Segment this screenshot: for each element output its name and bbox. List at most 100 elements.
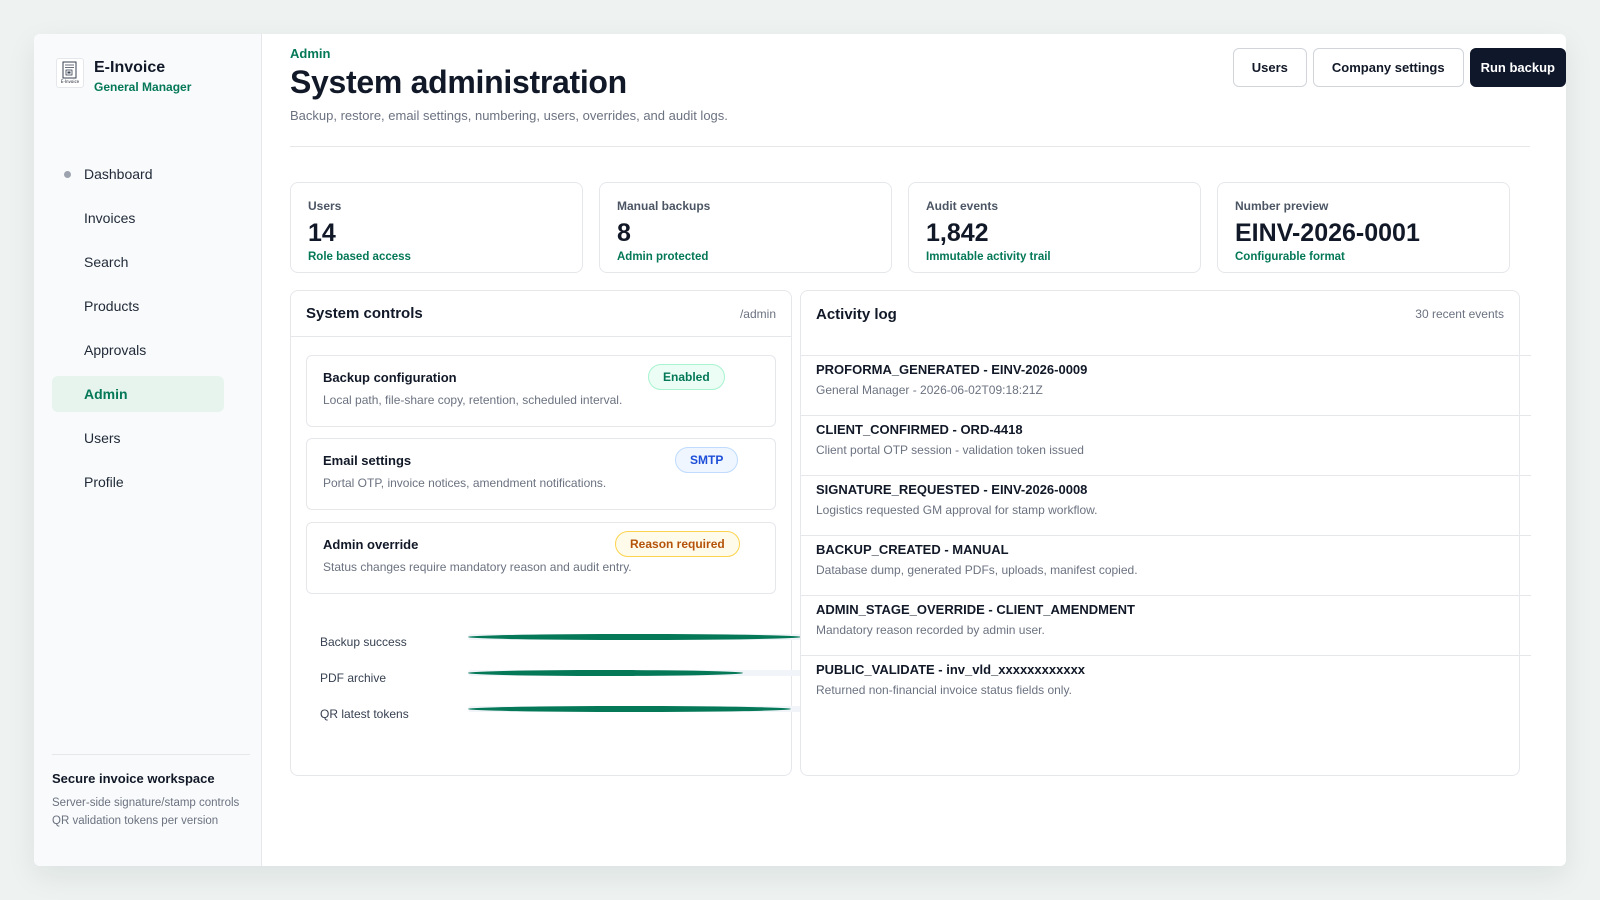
stat-label: Number preview <box>1235 199 1329 213</box>
list-item[interactable]: CLIENT_CONFIRMED - ORD-4418 Client porta… <box>801 415 1531 475</box>
event-detail: Database dump, generated PDFs, uploads, … <box>816 563 1138 577</box>
sidebar-footer-line: Server-side signature/stamp controls <box>52 797 240 809</box>
sidebar-item-label: Users <box>84 430 121 446</box>
sidebar-item-approvals[interactable]: Approvals <box>52 332 224 368</box>
sidebar-item-label: Products <box>84 298 140 314</box>
stat-label: Manual backups <box>617 199 711 213</box>
sidebar-item-label: Approvals <box>84 342 147 358</box>
page-title: System administration <box>290 64 627 100</box>
control-email-settings[interactable]: Email settings Portal OTP, invoice notic… <box>306 438 776 510</box>
sidebar-footer: Secure invoice workspace Server-side sig… <box>52 754 250 830</box>
progress-fill <box>468 670 744 676</box>
panel-title: System controls <box>306 305 423 322</box>
event-title: PROFORMA_GENERATED - EINV-2026-0009 <box>816 362 1088 377</box>
event-title: ADMIN_STAGE_OVERRIDE - CLIENT_AMENDMENT <box>816 602 1136 617</box>
sidebar-item-label: Search <box>84 254 129 270</box>
list-item[interactable]: SIGNATURE_REQUESTED - EINV-2026-0008 Log… <box>801 475 1531 535</box>
status-badge: Enabled <box>648 364 725 390</box>
bar-label: PDF archive <box>320 671 387 685</box>
control-description: Portal OTP, invoice notices, amendment n… <box>323 476 607 490</box>
status-badge: SMTP <box>675 447 739 473</box>
event-count: 30 recent events <box>1415 307 1504 321</box>
run-backup-button[interactable]: Run backup <box>1469 48 1566 87</box>
event-detail: Mandatory reason recorded by admin user. <box>816 623 1045 637</box>
company-settings-button[interactable]: Company settings <box>1312 48 1464 87</box>
sidebar-item-users[interactable]: Users <box>52 420 224 456</box>
progress-track <box>468 634 808 640</box>
main-content: Admin System administration Backup, rest… <box>262 34 1566 866</box>
stat-label: Users <box>308 199 342 213</box>
panel-title: Activity log <box>816 305 897 323</box>
progress-track <box>468 706 808 712</box>
activity-list: PROFORMA_GENERATED - EINV-2026-0009 Gene… <box>801 355 1531 715</box>
stat-note: Immutable activity trail <box>926 251 1051 263</box>
breadcrumb[interactable]: Admin <box>290 46 330 61</box>
sidebar-item-profile[interactable]: Profile <box>52 464 224 500</box>
stat-card-users: Users 14 Role based access <box>290 182 583 273</box>
control-backup-configuration[interactable]: Backup configuration Local path, file-sh… <box>306 355 776 427</box>
sidebar-footer-line: QR validation tokens per version <box>52 815 219 827</box>
dot-icon <box>64 171 71 178</box>
control-description: Status changes require mandatory reason … <box>323 560 632 574</box>
header-divider <box>290 146 1530 147</box>
sidebar-item-label: Profile <box>84 474 124 490</box>
stat-card-backups: Manual backups 8 Admin protected <box>599 182 892 273</box>
control-title: Email settings <box>323 453 412 468</box>
sidebar-item-invoices[interactable]: Invoices <box>52 200 224 236</box>
sidebar-item-label: Admin <box>84 386 128 402</box>
event-title: PUBLIC_VALIDATE - inv_vld_xxxxxxxxxxxx <box>816 662 1086 677</box>
users-button[interactable]: Users <box>1232 48 1307 87</box>
stat-card-number-preview: Number preview EINV-2026-0001 Configurab… <box>1217 182 1510 273</box>
status-badge: Reason required <box>615 531 740 557</box>
event-title: BACKUP_CREATED - MANUAL <box>816 542 1009 557</box>
brand[interactable]: E-Invoice E-Invoice General Manager <box>56 58 191 96</box>
stat-label: Audit events <box>926 199 999 213</box>
progress-fill <box>468 634 802 640</box>
event-title: CLIENT_CONFIRMED - ORD-4418 <box>816 422 1023 437</box>
bar-label: QR latest tokens <box>320 707 409 721</box>
event-detail: Returned non-financial invoice status fi… <box>816 683 1072 697</box>
header-actions: Users Company settings Run backup <box>1232 48 1566 87</box>
stat-note: Role based access <box>308 251 411 263</box>
sidebar-footer-title: Secure invoice workspace <box>52 771 215 786</box>
stat-note: Admin protected <box>617 251 709 263</box>
sidebar-item-products[interactable]: Products <box>52 288 224 324</box>
control-title: Admin override <box>323 537 419 552</box>
list-item[interactable]: BACKUP_CREATED - MANUAL Database dump, g… <box>801 535 1531 595</box>
panel-header: System controls /admin <box>291 291 791 337</box>
list-item[interactable]: PROFORMA_GENERATED - EINV-2026-0009 Gene… <box>801 355 1531 415</box>
sidebar-item-dashboard[interactable]: Dashboard <box>52 156 224 192</box>
stat-value: 1,842 <box>926 219 989 247</box>
stats-row: Users 14 Role based access Manual backup… <box>290 182 1510 273</box>
list-item[interactable]: ADMIN_STAGE_OVERRIDE - CLIENT_AMENDMENT … <box>801 595 1531 655</box>
sidebar-item-search[interactable]: Search <box>52 244 224 280</box>
brand-role: General Manager <box>94 80 192 94</box>
brand-title: E-Invoice <box>94 59 166 76</box>
app-window: E-Invoice E-Invoice General Manager Dash… <box>34 34 1566 866</box>
panel-header: Activity log 30 recent events <box>801 291 1519 337</box>
invoice-logo-icon: E-Invoice <box>56 58 84 88</box>
event-title: SIGNATURE_REQUESTED - EINV-2026-0008 <box>816 482 1088 497</box>
panel-path: /admin <box>739 306 776 321</box>
control-admin-override[interactable]: Admin override Status changes require ma… <box>306 522 776 594</box>
event-detail: General Manager - 2026-06-02T09:18:21Z <box>816 383 1043 397</box>
progress-track <box>468 670 808 676</box>
bar-row-pdf-archive: PDF archive <box>320 662 820 698</box>
health-bars: Backup success PDF archive QR latest tok… <box>320 626 820 734</box>
control-description: Local path, file-share copy, retention, … <box>323 393 623 407</box>
bar-label: Backup success <box>320 635 407 649</box>
sidebar: E-Invoice E-Invoice General Manager Dash… <box>34 34 262 866</box>
bar-row-qr-latest-tokens: QR latest tokens <box>320 698 820 734</box>
list-item[interactable]: PUBLIC_VALIDATE - inv_vld_xxxxxxxxxxxx R… <box>801 655 1531 715</box>
stat-value: EINV-2026-0001 <box>1235 219 1420 247</box>
sidebar-item-label: Invoices <box>84 210 136 226</box>
sidebar-nav: Dashboard Invoices Search Products Appro… <box>52 156 224 508</box>
stat-value: 14 <box>308 219 336 247</box>
sidebar-item-admin[interactable]: Admin <box>52 376 224 412</box>
event-detail: Logistics requested GM approval for stam… <box>816 503 1098 517</box>
sidebar-item-label: Dashboard <box>84 166 153 182</box>
stat-value: 8 <box>617 219 631 247</box>
stat-card-audit-events: Audit events 1,842 Immutable activity tr… <box>908 182 1201 273</box>
stat-note: Configurable format <box>1235 251 1345 263</box>
activity-log-panel: Activity log 30 recent events PROFORMA_G… <box>800 290 1531 776</box>
